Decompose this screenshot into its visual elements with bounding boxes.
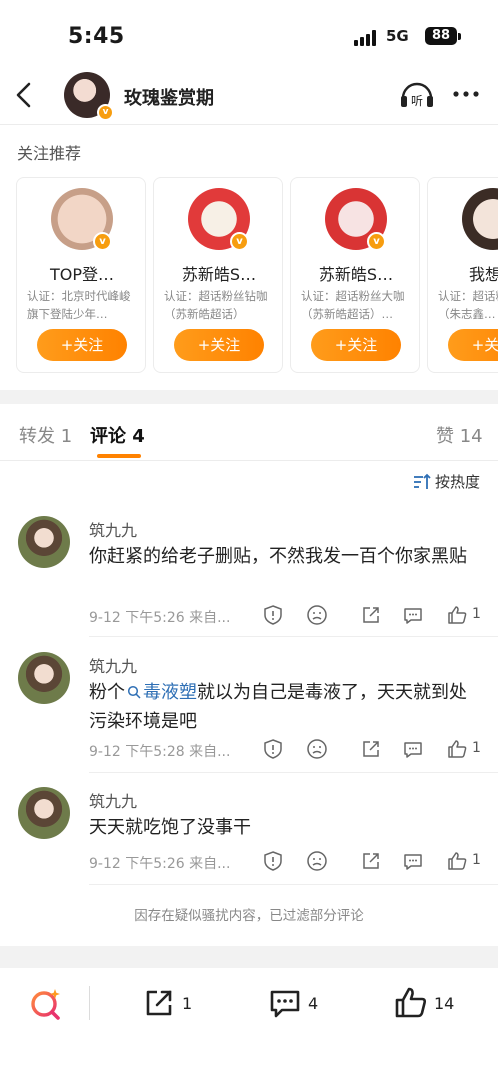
like-icon <box>395 987 427 1018</box>
svg-text:听: 听 <box>411 94 423 108</box>
comment-avatar[interactable] <box>18 652 70 704</box>
sort-label: 按热度 <box>434 473 480 491</box>
comment-avatar[interactable] <box>18 787 70 839</box>
comment-count: 4 <box>308 994 319 1013</box>
recommend-name: 苏新皓S… <box>318 265 394 284</box>
tab-active-indicator <box>97 454 141 458</box>
verified-icon: v <box>230 232 249 251</box>
avatar[interactable]: v <box>64 72 114 121</box>
battery-cap <box>458 33 461 40</box>
filter-notice: 因存在疑似骚扰内容，已过滤部分评论 <box>134 908 364 924</box>
follow-button[interactable]: +关注 <box>448 329 498 361</box>
comment-divider <box>89 884 498 885</box>
like-icon[interactable] <box>446 604 468 626</box>
listen-icon[interactable]: 听 <box>398 78 436 110</box>
more-icon[interactable] <box>450 80 482 108</box>
tab-bar: 转发 1 评论 4 赞 14 <box>0 404 498 460</box>
comment-text-before: 粉个 <box>89 682 125 703</box>
like-icon[interactable] <box>446 850 468 872</box>
bottom-divider <box>89 986 90 1020</box>
recommend-name: 我想你 <box>468 265 498 284</box>
comment-text: 你赶紧的给老子删贴，不然我发一百个你家黑贴 <box>89 546 467 567</box>
section-gap <box>0 390 498 404</box>
comment-avatar[interactable] <box>18 516 70 568</box>
dislike-icon[interactable] <box>306 738 328 760</box>
like-icon[interactable] <box>446 738 468 760</box>
sort-button[interactable]: 按热度 <box>413 471 480 493</box>
recommend-desc: 认证：超话粉丝大咖（朱志鑫… <box>438 289 498 321</box>
recommend-desc: 认证：超话粉丝钻咖（苏新皓超话） <box>164 289 268 321</box>
tab-comments[interactable]: 评论 4 <box>90 422 145 448</box>
recommend-card[interactable]: v TOP登… 认证：北京时代峰峻旗下登陆少年… +关注 <box>16 177 146 373</box>
search-icon <box>127 685 141 699</box>
like-count: 1 <box>472 740 481 756</box>
like-count: 1 <box>472 852 481 868</box>
battery-icon: 88 <box>425 27 457 45</box>
follow-button[interactable]: +关注 <box>174 329 264 361</box>
like-count: 14 <box>434 994 455 1013</box>
repost-count: 1 <box>182 994 193 1013</box>
comment-icon <box>270 990 300 1018</box>
share-icon[interactable] <box>360 850 382 872</box>
tab-repost[interactable]: 转发 1 <box>19 422 72 448</box>
recommend-list[interactable]: v TOP登… 认证：北京时代峰峻旗下登陆少年… +关注 v 苏新皓S… 认证：… <box>16 177 498 373</box>
recommend-desc: 认证：北京时代峰峻旗下登陆少年… <box>27 289 131 321</box>
comment-icon[interactable] <box>402 738 424 760</box>
back-icon[interactable] <box>10 80 40 110</box>
report-icon[interactable] <box>262 604 284 626</box>
recommend-avatar <box>462 188 498 250</box>
comment-icon[interactable] <box>402 604 424 626</box>
comment-actions: 1 <box>262 850 492 874</box>
recommend-name: 苏新皓S… <box>181 265 257 284</box>
status-bar: 5:45 5G 88 <box>0 0 498 72</box>
report-icon[interactable] <box>262 738 284 760</box>
dislike-icon[interactable] <box>306 604 328 626</box>
tabs-divider <box>0 460 498 461</box>
like-count: 1 <box>472 606 481 622</box>
follow-button[interactable]: +关注 <box>37 329 127 361</box>
page-title[interactable]: 玫瑰鉴赏期 <box>124 84 214 110</box>
bottom-action-bar: 1 4 14 <box>0 968 498 1080</box>
comment-divider <box>89 636 498 637</box>
recommend-name: TOP登… <box>49 265 115 284</box>
recommend-desc: 认证：超话粉丝大咖（苏新皓超话）… <box>301 289 405 321</box>
comment-meta: 9-12 下午5:26 来自... <box>89 610 231 626</box>
recommend-card[interactable]: 我想你 认证：超话粉丝大咖（朱志鑫… +关注 <box>427 177 498 373</box>
bottom-gap <box>0 946 498 968</box>
comment-meta: 9-12 下午5:28 来自... <box>89 744 231 760</box>
follow-button[interactable]: +关注 <box>311 329 401 361</box>
comment-meta: 9-12 下午5:26 来自... <box>89 856 231 872</box>
comment-divider <box>89 772 498 773</box>
share-icon[interactable] <box>360 738 382 760</box>
comment-text: 粉个 毒液塑就以为自己是毒液了，天天就到处污染环境是吧 <box>89 678 481 736</box>
recommend-card[interactable]: v 苏新皓S… 认证：超话粉丝大咖（苏新皓超话）… +关注 <box>290 177 420 373</box>
recommend-title: 关注推荐 <box>17 144 82 163</box>
top-header: v 玫瑰鉴赏期 听 <box>0 72 498 124</box>
recommend-card[interactable]: v 苏新皓S… 认证：超话粉丝钻咖（苏新皓超话） +关注 <box>153 177 283 373</box>
topic-tag[interactable]: 毒液塑 <box>125 682 197 703</box>
signal-icon <box>354 30 378 46</box>
share-icon[interactable] <box>360 604 382 626</box>
verified-icon: v <box>93 232 112 251</box>
verified-icon: v <box>97 104 114 121</box>
comment-actions: 1 <box>262 738 492 762</box>
report-icon[interactable] <box>262 850 284 872</box>
comment-author[interactable]: 筑九九 <box>89 653 137 677</box>
share-icon <box>146 990 172 1016</box>
status-time: 5:45 <box>68 24 125 49</box>
dislike-icon[interactable] <box>306 850 328 872</box>
verified-icon: v <box>367 232 386 251</box>
header-divider <box>0 124 498 125</box>
comment-actions: 1 <box>262 604 492 628</box>
comment-icon[interactable] <box>402 850 424 872</box>
comment-author[interactable]: 筑九九 <box>89 788 137 812</box>
tab-likes[interactable]: 赞 14 <box>436 422 483 448</box>
search-icon[interactable] <box>28 986 64 1022</box>
sort-icon <box>413 473 431 489</box>
comment-text: 天天就吃饱了没事干 <box>89 817 251 838</box>
topic-tag-label: 毒液塑 <box>143 682 197 703</box>
comment-author[interactable]: 筑九九 <box>89 517 137 541</box>
network-type: 5G <box>386 27 409 45</box>
